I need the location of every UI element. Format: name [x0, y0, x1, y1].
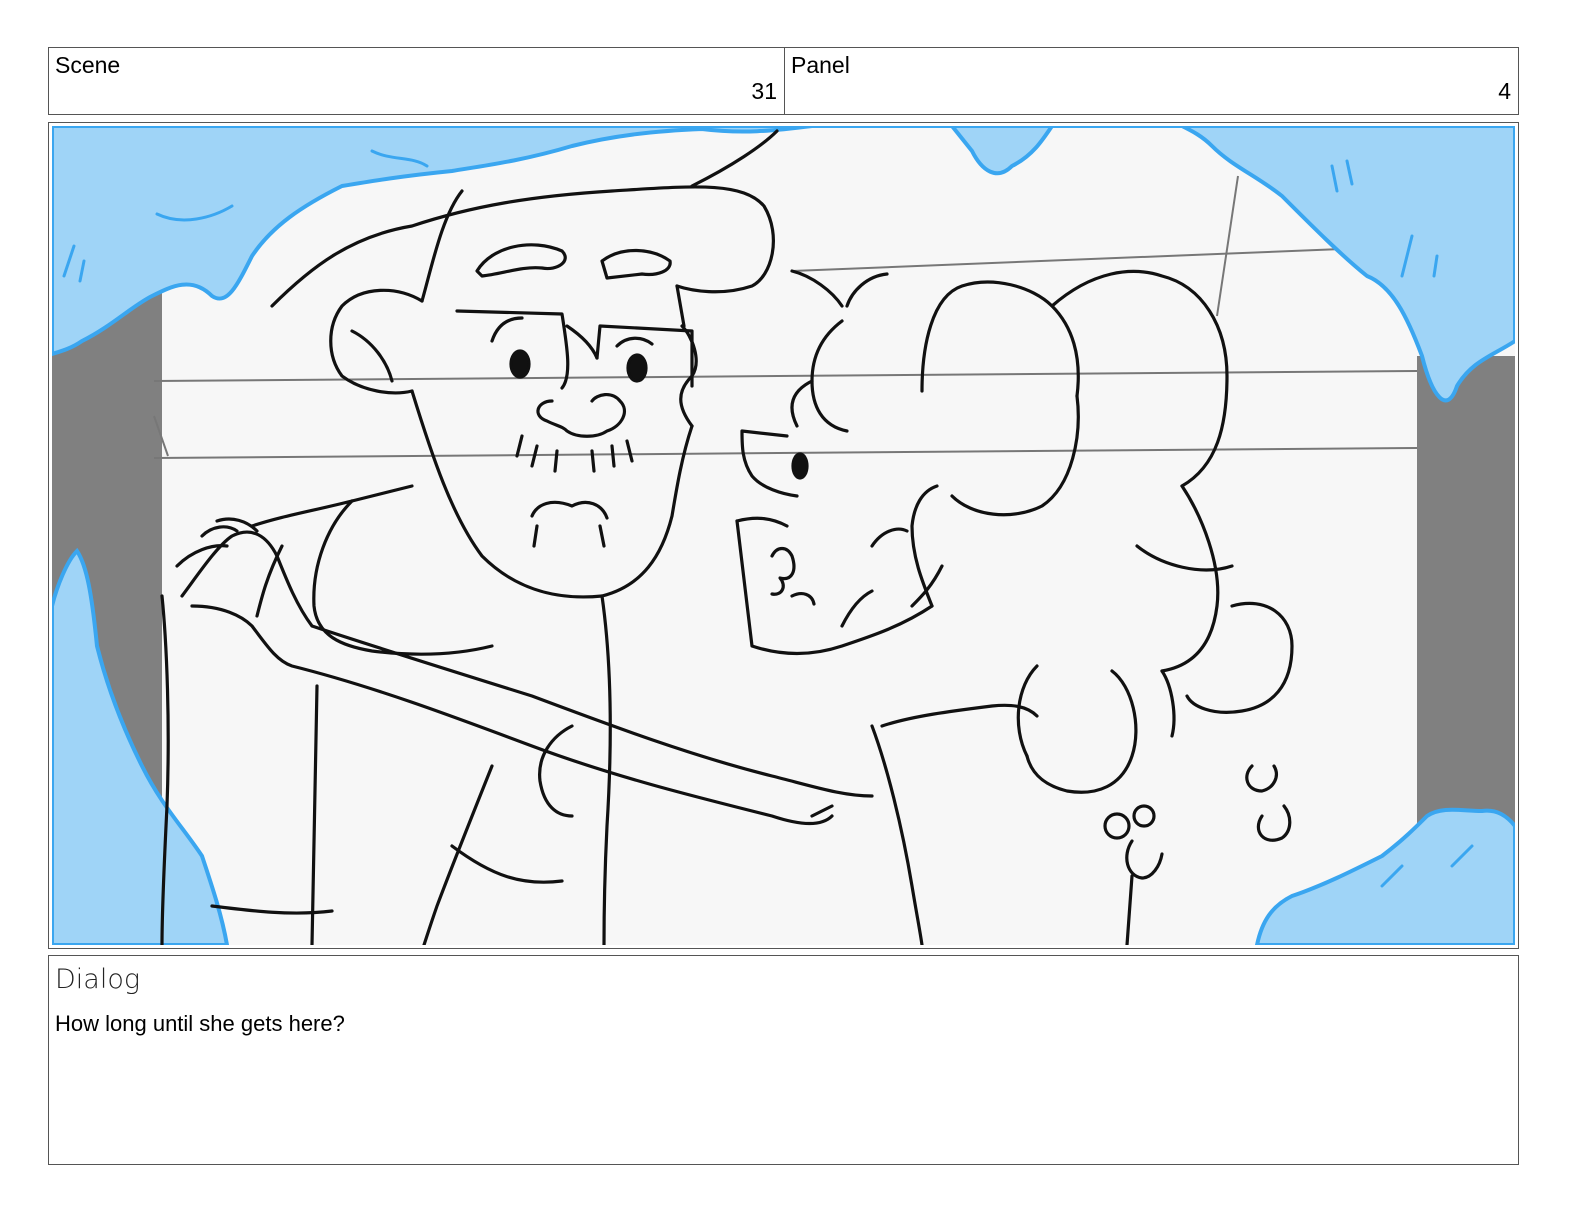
panel-label: Panel: [791, 52, 850, 78]
storyboard-sketch-image: [52, 126, 1515, 945]
dialog-box: Dialog How long until she gets here?: [48, 955, 1519, 1165]
scene-label: Scene: [55, 52, 121, 78]
scene-cell: Scene 31: [49, 48, 785, 114]
panel-cell: Panel 4: [785, 48, 1518, 114]
panel-header: Scene 31 Panel 4: [48, 47, 1519, 115]
scene-number: 31: [751, 78, 777, 104]
panel-number: 4: [1498, 78, 1511, 104]
dialog-label: Dialog: [55, 964, 141, 995]
dialog-text: How long until she gets here?: [55, 1011, 345, 1036]
storyboard-frame: [48, 122, 1519, 949]
